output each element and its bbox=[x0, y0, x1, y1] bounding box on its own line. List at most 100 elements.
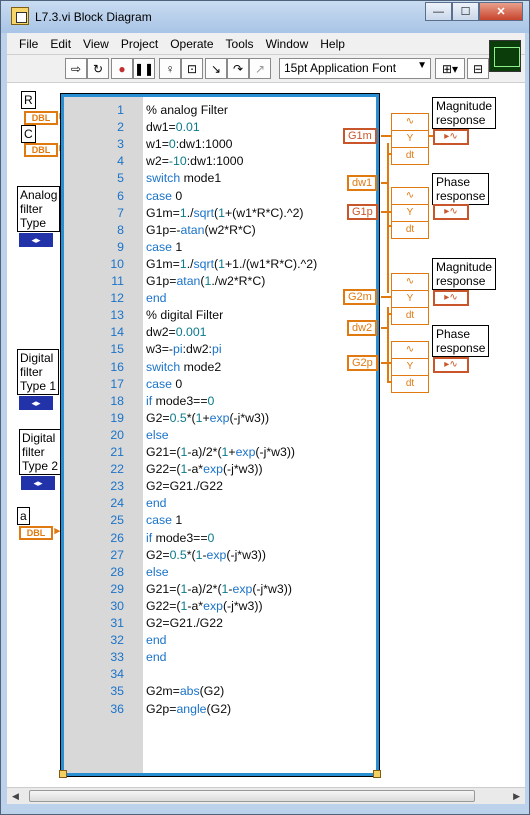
code-line: 15 w3=-pi:dw2:pi bbox=[64, 341, 376, 358]
line-number: 25 bbox=[110, 513, 124, 528]
code-text: dw2=0.001 bbox=[146, 325, 207, 340]
build-waveform-2[interactable]: ∿ Y dt bbox=[391, 187, 429, 239]
label-magnitude-response-2: Magnitude response bbox=[432, 258, 497, 290]
code-line: 23 G2=G21./G22 bbox=[64, 478, 376, 495]
menu-project[interactable]: Project bbox=[121, 37, 158, 51]
build-waveform-3[interactable]: ∿ Y dt bbox=[391, 273, 429, 325]
tunnel-G2m: G2m bbox=[343, 289, 377, 305]
retain-wire-values-icon[interactable]: ⊡ bbox=[181, 58, 203, 79]
scroll-right-icon[interactable]: ▶ bbox=[513, 791, 520, 802]
code-line: 29 G21=(1-a)/2*(1-exp(-j*w3)) bbox=[64, 581, 376, 598]
align-icon[interactable]: ⊞▾ bbox=[435, 58, 465, 79]
enum-control-mode1[interactable]: ◂▸ bbox=[19, 233, 53, 247]
waveform-indicator-phase1[interactable]: ▸∿ bbox=[433, 204, 469, 220]
code-line: 11 G1p=atan(1./w2*R*C) bbox=[64, 273, 376, 290]
line-number: 34 bbox=[110, 667, 124, 682]
code-line: 8 G1p=-atan(w2*R*C) bbox=[64, 222, 376, 239]
maximize-button[interactable]: ☐ bbox=[452, 2, 479, 21]
label-phase-response-2: Phase response bbox=[432, 325, 490, 357]
font-select[interactable]: 15pt Application Font ▼ bbox=[279, 58, 431, 79]
code-line: 6 case 0 bbox=[64, 188, 376, 205]
code-text: dw1=0.01 bbox=[146, 120, 200, 135]
run-arrow-icon[interactable]: ⇨ bbox=[65, 58, 87, 79]
scroll-left-icon[interactable]: ◀ bbox=[12, 791, 19, 802]
dbl-control-a[interactable]: DBL bbox=[19, 526, 60, 540]
code-line: 24 end bbox=[64, 495, 376, 512]
window-title: L7.3.vi Block Diagram bbox=[35, 10, 152, 24]
label-C: C bbox=[21, 125, 36, 143]
code-line: 18 if mode3==0 bbox=[64, 393, 376, 410]
step-into-icon[interactable]: ↘ bbox=[205, 58, 227, 79]
scroll-thumb[interactable] bbox=[29, 790, 475, 802]
horizontal-scrollbar[interactable]: ◀ ▶ bbox=[7, 787, 525, 804]
mathscript-node[interactable]: 1% analog Filter 2 dw1=0.01 3 w1=0:dw1:1000 4… bbox=[59, 93, 381, 778]
code-text: G2=G21./G22 bbox=[146, 616, 223, 630]
pause-icon[interactable]: ❚❚ bbox=[133, 58, 155, 79]
bundle-Y: Y bbox=[392, 291, 428, 308]
resize-handle[interactable] bbox=[373, 770, 381, 778]
line-number: 1 bbox=[117, 103, 124, 117]
code-line: 3 w1=0:dw1:1000 bbox=[64, 136, 376, 153]
line-number: 30 bbox=[110, 598, 124, 613]
label-a: a bbox=[17, 507, 30, 525]
block-diagram-canvas[interactable]: R DBL R C DBL C Analog filter Type ◂▸ mo… bbox=[7, 83, 525, 787]
code-text: if mode3==0 bbox=[146, 393, 215, 408]
wire-dw2-branch bbox=[387, 307, 389, 383]
step-out-icon[interactable]: ↗ bbox=[249, 58, 271, 79]
close-button[interactable]: ✕ bbox=[479, 2, 523, 21]
vi-connector-icon[interactable] bbox=[489, 40, 521, 72]
menu-window[interactable]: Window bbox=[266, 37, 309, 51]
code-text: switch mode2 bbox=[146, 359, 222, 374]
code-text: case 0 bbox=[146, 188, 183, 203]
enum-control-mode3[interactable]: ◂▸ bbox=[21, 476, 55, 490]
build-waveform-1[interactable]: ∿ Y dt bbox=[391, 113, 429, 165]
code-line: 17 case 0 bbox=[64, 376, 376, 393]
code-line: 12 end bbox=[64, 290, 376, 307]
minimize-button[interactable]: — bbox=[425, 2, 452, 21]
dbl-control-C[interactable]: DBL bbox=[24, 143, 65, 157]
code-line: 14 dw2=0.001 bbox=[64, 324, 376, 341]
menu-help[interactable]: Help bbox=[320, 37, 345, 51]
line-number: 18 bbox=[110, 393, 124, 408]
line-number: 29 bbox=[110, 581, 124, 596]
bundle-Y: Y bbox=[392, 205, 428, 222]
menu-operate[interactable]: Operate bbox=[170, 37, 213, 51]
menu-file[interactable]: File bbox=[19, 37, 38, 51]
waveform-indicator-mag1[interactable]: ▸∿ bbox=[433, 129, 469, 145]
line-number: 17 bbox=[110, 376, 124, 391]
distribute-icon[interactable]: ⊟ bbox=[467, 58, 489, 79]
code-line: 7 G1m=1./sqrt(1+(w1*R*C).^2) bbox=[64, 205, 376, 222]
line-number: 19 bbox=[110, 410, 124, 425]
title-bar[interactable]: L7.3.vi Block Diagram — ☐ ✕ bbox=[1, 1, 529, 33]
tunnel-G2p: G2p bbox=[347, 355, 378, 371]
line-number: 22 bbox=[110, 462, 124, 477]
line-number: 3 bbox=[117, 137, 124, 152]
abort-icon[interactable]: ● bbox=[111, 58, 133, 79]
line-number: 12 bbox=[110, 291, 124, 306]
chevron-down-icon: ▼ bbox=[417, 60, 427, 71]
line-number: 4 bbox=[117, 154, 124, 169]
resize-handle[interactable] bbox=[59, 770, 67, 778]
run-continuous-icon[interactable]: ↻ bbox=[87, 58, 109, 79]
code-text: G2=0.5*(1+exp(-j*w3)) bbox=[146, 410, 270, 425]
enum-control-mode2[interactable]: ◂▸ bbox=[19, 396, 53, 410]
waveform-indicator-phase2[interactable]: ▸∿ bbox=[433, 357, 469, 373]
step-over-icon[interactable]: ↷ bbox=[227, 58, 249, 79]
build-waveform-4[interactable]: ∿ Y dt bbox=[391, 341, 429, 393]
menu-edit[interactable]: Edit bbox=[50, 37, 71, 51]
code-text: G22=(1-a*exp(-j*w3)) bbox=[146, 598, 263, 613]
code-line: 10 G1m=1./sqrt(1+1./(w1*R*C).^2) bbox=[64, 256, 376, 273]
wire-dw2 bbox=[381, 327, 389, 329]
line-number: 26 bbox=[110, 530, 124, 545]
menu-tools[interactable]: Tools bbox=[226, 37, 254, 51]
dbl-control-R[interactable]: DBL bbox=[24, 111, 65, 125]
menu-bar: File Edit View Project Operate Tools Win… bbox=[7, 33, 525, 55]
line-number: 2 bbox=[117, 120, 124, 135]
line-number: 14 bbox=[110, 325, 124, 340]
highlight-execution-icon[interactable]: ♀ bbox=[159, 58, 181, 79]
code-text: w3=-pi:dw2:pi bbox=[146, 342, 222, 357]
menu-view[interactable]: View bbox=[83, 37, 109, 51]
code-text: end bbox=[146, 633, 167, 648]
code-text: end bbox=[146, 496, 167, 511]
waveform-indicator-mag2[interactable]: ▸∿ bbox=[433, 290, 469, 306]
